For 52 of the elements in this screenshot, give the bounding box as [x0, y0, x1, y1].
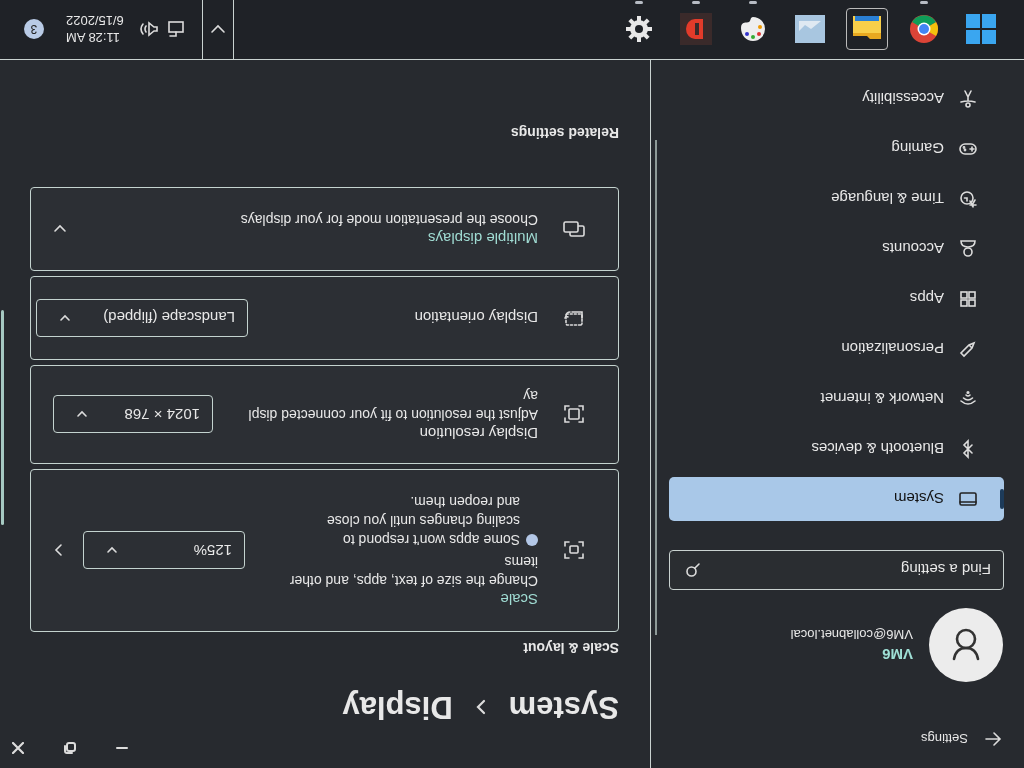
nav-item[interactable]: Accounts	[669, 227, 1004, 271]
nav-item[interactable]: Time & language	[669, 177, 1004, 221]
nav-item[interactable]: Gaming	[669, 127, 1004, 171]
notification-badge[interactable]: 3	[24, 19, 44, 40]
taskbar-app[interactable]	[846, 8, 888, 51]
page-title: Display	[342, 689, 453, 725]
section-heading: Scale & layout	[522, 640, 619, 656]
setting-description: Choose the presentation mode for your displays	[239, 211, 538, 229]
accessibility-icon	[958, 89, 978, 109]
search-field[interactable]: Find a setting	[669, 550, 1004, 590]
user-email: VM6@collabnet.local	[790, 627, 913, 643]
clock[interactable]: 11:28 AM 6/15/2022	[66, 12, 124, 47]
network-icon[interactable]	[165, 19, 186, 40]
search-icon	[685, 562, 701, 578]
close-icon[interactable]	[12, 742, 24, 754]
setting-card[interactable]: Display resolution Adjust the resolution to fit your connected display 1024 × 768	[30, 365, 619, 464]
nav-item[interactable]: Network & internet	[669, 377, 1004, 421]
dropdown[interactable]: 125%	[83, 531, 245, 570]
nav-item[interactable]: Personalization	[669, 327, 1004, 371]
chevron-down-icon	[209, 24, 226, 35]
setting-title: Display orientation	[413, 308, 538, 328]
setting-card[interactable]: Scale Change the size of text, apps, and other items Some apps won't respond to scaling changes until you close and reopen them. 125%	[30, 469, 619, 632]
restore-icon[interactable]	[64, 742, 76, 754]
nav-item[interactable]: System	[669, 477, 1004, 521]
user-name: VM6	[881, 646, 913, 664]
chevron-right-icon	[474, 699, 487, 715]
setting-title: Multiple displays	[426, 229, 538, 248]
chevron-down-icon	[53, 223, 67, 235]
back-arrow-icon[interactable]	[984, 732, 1002, 746]
setting-card[interactable]: Multiple displays Choose the presentation mode for your displays	[30, 187, 619, 271]
nav-item[interactable]: Accessibility	[669, 77, 1004, 121]
apps-grid-icon	[958, 289, 978, 309]
chevron-down-icon	[59, 312, 71, 324]
warning-text: Some apps won't respond to scaling changes until you close and reopen them.	[326, 493, 520, 549]
breadcrumb-parent[interactable]: System	[508, 689, 619, 725]
setting-description: Adjust the resolution to fit your connected display	[247, 387, 538, 424]
setting-card[interactable]: Display orientation Landscape (flipped)	[30, 276, 619, 360]
monitor-icon	[958, 489, 978, 509]
setting-title: Display resolution	[418, 424, 538, 443]
tray-overflow-button[interactable]	[201, 0, 234, 59]
pen-icon	[958, 339, 978, 359]
dropdown[interactable]: Landscape (flipped)	[36, 299, 248, 337]
nav-item[interactable]: Apps	[669, 277, 1004, 321]
section-heading: Related settings	[509, 125, 619, 141]
chevron-right-icon	[53, 543, 65, 558]
setting-title: Scale	[499, 590, 538, 609]
info-icon	[526, 534, 538, 546]
nav-item[interactable]: Bluetooth & devices	[669, 427, 1004, 471]
dropdown[interactable]: 1024 × 768	[53, 395, 213, 434]
person-icon	[958, 239, 978, 259]
window-title: Settings	[921, 731, 968, 747]
setting-description: Change the size of text, apps, and other items	[288, 553, 538, 590]
